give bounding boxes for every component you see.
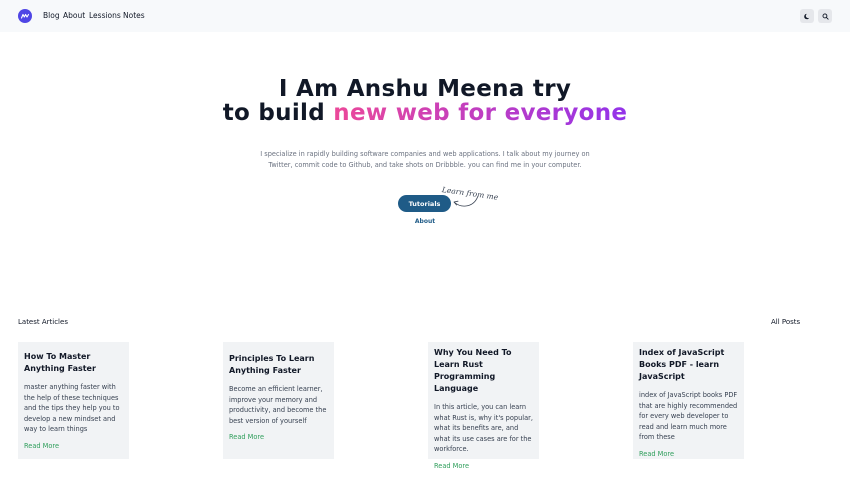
about-link[interactable]: About: [400, 218, 450, 225]
article-title[interactable]: Why You Need To Learn Rust Programming L…: [434, 347, 533, 395]
article-description: index of JavaScript books PDF that are h…: [639, 391, 738, 441]
article-card[interactable]: Principles To Learn Anything Faster Beco…: [223, 342, 334, 459]
logo-icon[interactable]: [18, 9, 32, 23]
article-description: Become an efficient learner, improve you…: [229, 385, 327, 425]
nav-link-lessions[interactable]: Lessions: [89, 11, 121, 20]
moon-icon: [803, 13, 809, 19]
article-title[interactable]: Principles To Learn Anything Faster: [229, 353, 328, 377]
latest-articles-heading: Latest Articles: [18, 318, 68, 326]
curved-arrow-icon: [453, 195, 479, 207]
article-title[interactable]: How To Master Anything Faster: [24, 351, 123, 375]
top-navbar: Blog About Lessions Notes: [0, 0, 850, 32]
article-card[interactable]: Index of JavaScript Books PDF - learn Ja…: [633, 342, 744, 459]
all-posts-link[interactable]: All Posts: [771, 318, 800, 326]
read-more-link[interactable]: Read More: [434, 462, 533, 470]
hero-title-line-1: I Am Anshu Meena try: [278, 76, 572, 102]
article-description: master anything faster with the help of …: [24, 383, 120, 433]
hero-title-plain: to build: [222, 100, 334, 126]
read-more-link[interactable]: Read More: [639, 450, 738, 458]
read-more-link[interactable]: Read More: [24, 442, 123, 450]
search-button[interactable]: [818, 9, 832, 23]
nav-link-notes[interactable]: Notes: [123, 11, 145, 20]
hero-title-line-2: to build new web for everyone: [0, 100, 850, 126]
article-card[interactable]: How To Master Anything Faster master any…: [18, 342, 129, 459]
article-card[interactable]: Why You Need To Learn Rust Programming L…: [428, 342, 539, 470]
article-description: In this article, you can learn what Rust…: [434, 403, 533, 453]
hero-title-accent: new web for everyone: [333, 100, 628, 126]
theme-toggle-button[interactable]: [800, 9, 814, 23]
hero-description: I specialize in rapidly building softwar…: [260, 150, 590, 169]
search-icon: [822, 13, 829, 20]
article-title[interactable]: Index of JavaScript Books PDF - learn Ja…: [639, 347, 738, 383]
read-more-link[interactable]: Read More: [229, 433, 328, 441]
nav-link-about[interactable]: About: [63, 11, 85, 20]
tutorials-button[interactable]: Tutorials: [398, 195, 451, 212]
nav-link-blog[interactable]: Blog: [43, 11, 60, 20]
